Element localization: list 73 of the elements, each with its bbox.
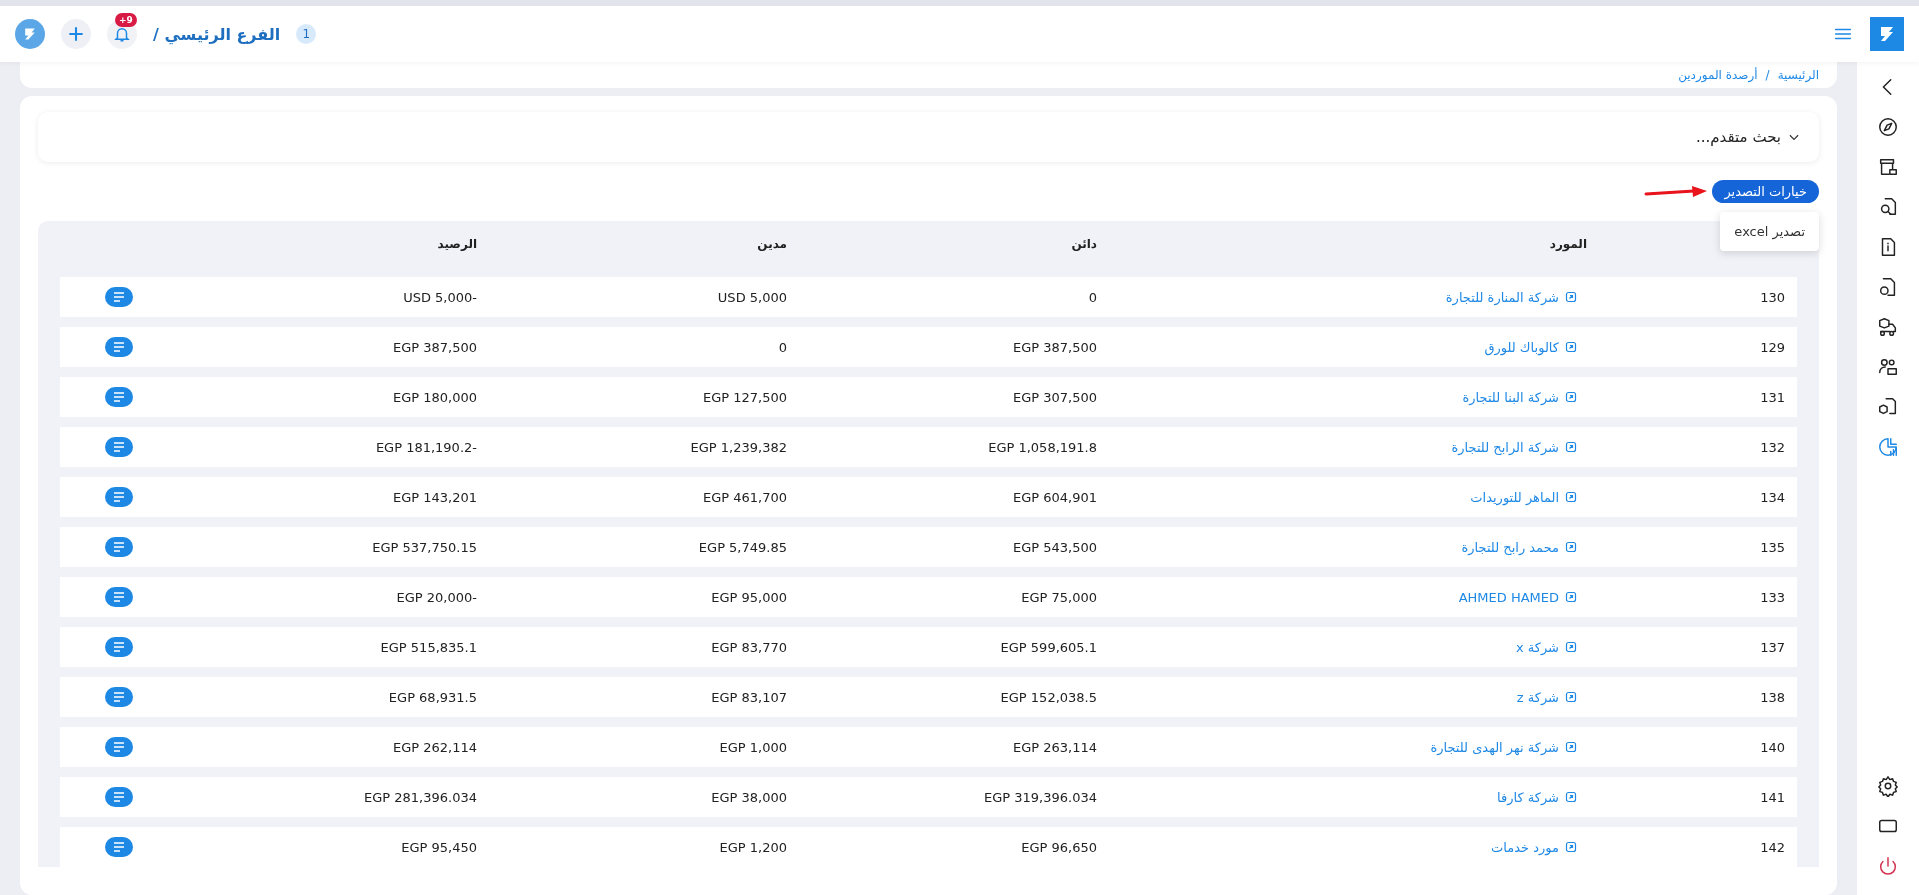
breadcrumb-link[interactable]: أرصدة الموردين <box>1678 68 1758 82</box>
table-cell: EGP 604,901 <box>1012 489 1097 505</box>
branch-count: 1 <box>296 24 317 44</box>
table-cell: EGP 1,200 <box>719 839 787 855</box>
table-cell: EGP 281,396.034 <box>364 789 477 805</box>
column-header: الرصيد <box>436 237 478 251</box>
supplier-link[interactable]: محمد رابح للتجارة <box>1461 539 1587 555</box>
table-cell-text: 132 <box>1759 439 1786 455</box>
table-cell: EGP 543,500 <box>1012 539 1097 555</box>
table-cell: EGP 96,650 <box>1021 839 1097 855</box>
export-options-button[interactable]: خيارات التصدير <box>1712 180 1819 203</box>
table-cell-text: 129 <box>1759 339 1786 355</box>
breadcrumb-link[interactable]: الرئيسية <box>1777 68 1819 82</box>
column-header: مدين <box>756 237 788 251</box>
table-cell-text: 133 <box>1759 589 1786 605</box>
table-cell-text: 135 <box>1759 539 1786 555</box>
table-cell: EGP 461,700 <box>702 489 787 505</box>
table-cell-text: 131 <box>1759 389 1786 405</box>
supplier-link[interactable]: شركة كارفا <box>1497 789 1587 805</box>
table-cell: 0 <box>778 339 787 355</box>
table-cell: USD 5,000- <box>403 289 477 305</box>
table-cell-text: 138 <box>1759 689 1786 705</box>
table-cell: EGP 83,770 <box>711 639 787 655</box>
supplier-link[interactable]: AHMED HAMED <box>1458 589 1587 605</box>
notification-badge: +9 <box>115 13 137 27</box>
table-cell: EGP 181,190.2- <box>375 439 477 455</box>
supplier-link[interactable]: كالوباك للورق <box>1484 339 1587 355</box>
column-header: المورد <box>1548 237 1588 251</box>
table-cell: EGP 180,000 <box>392 389 477 405</box>
supplier-link[interactable]: شركة نهر الهدى للتجارة <box>1430 739 1587 755</box>
supplier-link[interactable]: مورد خدمات <box>1491 839 1587 855</box>
table-cell: EGP 307,500 <box>1012 389 1097 405</box>
table-cell: 0 <box>1088 289 1097 305</box>
export-excel-option[interactable]: تصدير excel <box>1720 212 1819 251</box>
supplier-link[interactable]: شركة x <box>1515 639 1587 655</box>
table-cell-text: 130 <box>1759 289 1786 305</box>
table-cell: EGP 83,107 <box>711 689 787 705</box>
table-cell: EGP 1,000 <box>719 739 787 755</box>
table-cell: EGP 599,605.1 <box>1000 639 1097 655</box>
table-cell: EGP 263,114 <box>1012 739 1097 755</box>
table-cell: USD 5,000 <box>717 289 787 305</box>
supplier-link[interactable]: الماهر للتوريدات <box>1470 489 1587 505</box>
table-cell: EGP 387,500 <box>392 339 477 355</box>
table-cell-text: 140 <box>1759 739 1786 755</box>
table-cell: EGP 1,239,382 <box>690 439 787 455</box>
table-cell: EGP 95,450 <box>401 839 477 855</box>
supplier-link[interactable]: شركة المنارة للتجارة <box>1445 289 1587 305</box>
table-cell: EGP 537,750.15 <box>372 539 477 555</box>
table-cell: EGP 262,114 <box>392 739 477 755</box>
table-cell: EGP 5,749.85 <box>698 539 787 555</box>
table-cell: EGP 68,931.5 <box>388 689 477 705</box>
table-cell: EGP 127,500 <box>702 389 787 405</box>
table-cell: EGP 143,201 <box>392 489 477 505</box>
table-cell: EGP 387,500 <box>1012 339 1097 355</box>
table-cell-text: 134 <box>1759 489 1786 505</box>
table-cell: EGP 95,000 <box>711 589 787 605</box>
column-header: دائن <box>1070 237 1098 251</box>
supplier-link[interactable]: شركة الرابح للتجارة <box>1451 439 1587 455</box>
table-cell-text: 141 <box>1759 789 1786 805</box>
supplier-link[interactable]: شركة z <box>1516 689 1587 705</box>
table-cell: EGP 38,000 <box>711 789 787 805</box>
table-cell: EGP 20,000- <box>396 589 477 605</box>
table-cell: EGP 515,835.1 <box>380 639 477 655</box>
table-cell-text: 137 <box>1759 639 1786 655</box>
advanced-search-toggle[interactable]: بحث متقدم... <box>38 112 1819 162</box>
supplier-link[interactable]: شركة البنا للتجارة <box>1462 389 1587 405</box>
branch-name[interactable]: الفرع الرئيسي / <box>153 24 281 44</box>
table-cell: EGP 152,038.5 <box>1000 689 1097 705</box>
breadcrumb-separator: / <box>1765 68 1770 82</box>
table-cell: EGP 319,396.034 <box>984 789 1097 805</box>
table-cell: EGP 75,000 <box>1021 589 1097 605</box>
table-cell: EGP 1,058,191.8 <box>988 439 1097 455</box>
table-cell-text: 142 <box>1759 839 1786 855</box>
